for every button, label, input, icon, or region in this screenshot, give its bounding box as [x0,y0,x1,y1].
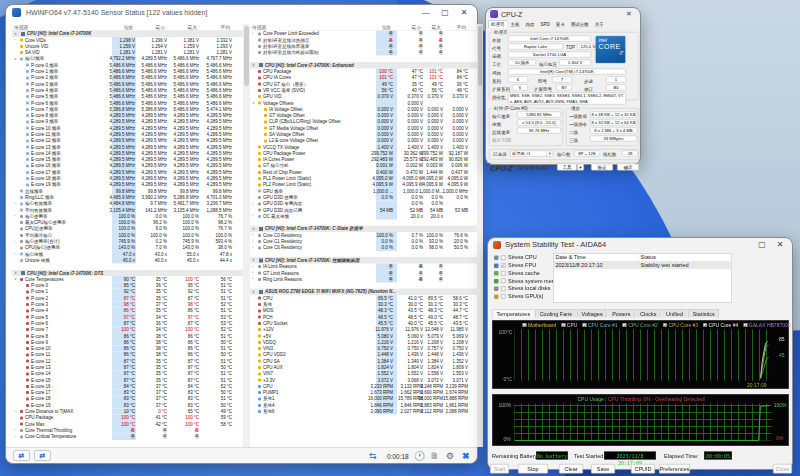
elapsed-label: Elapsed Time: [664,453,699,459]
elapsed-time: 0:00:18 [387,453,409,460]
sensor-row[interactable]: 封装/环形总线功耗超出限制否否否 [250,49,477,55]
aida-tab-2[interactable]: Voltages [577,309,607,318]
cpuz-app-icon [490,10,498,18]
sensor-row[interactable]: Uncore 倍频45.0 x40.0 x45.0 x44.4 x [12,257,243,263]
hwinfo-statusbar: ⇄ ⇄ ⇆ 0:00:18 🕐 🗎 ⚙ ✖ [6,447,477,463]
minimize-icon[interactable]: — [419,8,433,17]
cpuid-button[interactable]: CPUID [631,464,655,474]
legend-item[interactable]: ✓GALAX HB787000 [743,322,790,328]
started-label: Test Started: [574,453,605,459]
close-icon[interactable]: ✕ [622,10,636,18]
cpuz-title: CPU-Z [501,11,522,18]
tools-button[interactable]: 工具 [557,164,577,171]
scrollbar-left-panel[interactable] [243,24,250,447]
validate-button[interactable]: 验证 [591,164,613,171]
aida-tab-0[interactable]: Temperatures [492,309,535,318]
tab-3[interactable]: SPD [538,20,553,28]
aida-tabs: TemperaturesCooling FansVoltagesPowersCl… [492,309,720,318]
sensor-panel-right[interactable]: 传感器当前最小最大平均›Core Power Limit Exceeded否否否… [250,24,477,447]
tab-0[interactable]: 处理器 [488,20,508,28]
preferences-button[interactable]: Preferences [659,464,690,474]
stop-button[interactable]: Stop [518,464,548,474]
cpuz-titlebar[interactable]: CPU-Z ✕ [486,8,640,20]
network-icon[interactable]: ⇆ [369,451,377,461]
instruction-set: MMX, SSE, SSE2, SSE3, SSSE3, SSE4.1, SSE… [508,93,626,105]
swap-columns-button[interactable]: ⇄ [13,450,30,461]
col-status: Status [639,254,732,262]
report-icon[interactable]: 🗎 [430,451,439,461]
elapsed-value: 00:00:05 [704,452,732,460]
started-value: 2023/11/8 20:17:09 [604,452,656,460]
save-button[interactable]: Save [591,464,615,474]
status-row: 2023/11/8 20:17:10Stability test started [554,262,732,270]
scrollbar-right-panel[interactable] [477,24,483,447]
sensor-row[interactable]: 系统62,090 RPM2,027 RPM2,112 RPM2,088 RPM [250,408,477,414]
close-icon[interactable]: ✕ [773,240,787,249]
hwinfo-titlebar[interactable]: HWiNFO64 v7.47-5140 Sensor Status [122 v… [6,5,477,20]
sensor-row[interactable]: ›Core C6 Residency0.0 %0.0 %98.0 %50.5 % [250,245,477,251]
aida-tab-1[interactable]: Cooling Fans [535,309,576,318]
cpuz-window: CPU-Z ✕ 处理器主板内存SPD显卡测试分数关于处理器名称Intel Cor… [485,7,641,165]
aida-titlebar[interactable]: System Stability Test - AIDA64 ▢ ✕ [488,238,792,251]
legend-item[interactable]: ✓CPU Core #1 [582,322,617,328]
aida-title: System Stability Test - AIDA64 [505,240,606,249]
close-icon[interactable]: ✕ [457,8,471,17]
start-button[interactable]: Start [490,464,509,474]
legend-item[interactable]: ✓Motherboard [523,322,557,328]
cpuz-version: Ver. 2.08.0.x64 [517,166,547,171]
battery-label: Remaining Battery: [492,453,539,459]
legend-item[interactable]: ✓CPU [561,322,577,328]
legend-item[interactable]: ✓CPU Core #3 [663,322,698,328]
tab-6[interactable]: 关于 [592,20,607,28]
cpuz-logo: CPU-Z [490,164,513,173]
status-list[interactable]: Date & TimeStatus 2023/11/8 20:17:10Stab… [553,253,732,303]
sensor-row[interactable]: ›Ring Limit Reasons否是否 [250,276,477,282]
tab-5[interactable]: 测试分数 [568,20,592,28]
processor-select[interactable]: 处理器 #1▾ [510,151,553,157]
cpuz-content: 处理器主板内存SPD显卡测试分数关于处理器名称Intel Core i7 147… [486,20,642,166]
legend-item[interactable]: ✓CPU Core #2 [623,322,658,328]
tools-dropdown[interactable]: ▾ [577,164,584,171]
legend-item[interactable]: ✓CPU Core #4 [703,322,738,328]
tab-1[interactable]: 主板 [508,20,523,28]
hwinfo-window: HWiNFO64 v7.47-5140 Sensor Status [122 v… [5,4,478,464]
aida-content: Stress CPU✓Stress FPUStress cacheStress … [488,251,794,471]
usage-header: CPU Usage | CPU Throttling: 0% - Overhea… [578,396,706,402]
clock-icon[interactable]: 🕐 [414,451,425,461]
aida-tab-4[interactable]: Clocks [635,309,661,318]
temperature-graph: ✓Motherboard ✓CPU ✓CPU Core #1 ✓CPU Core #2… [492,320,789,389]
battery-value: No battery [536,452,568,460]
clear-button[interactable]: Clear [559,464,583,474]
sensor-panel-left[interactable]: 传感器当前最小最大平均∨CPU [#0]: Intel Core i7-1470… [12,24,243,447]
hwinfo-title: HWiNFO64 v7.47-5140 Sensor Status [122 v… [26,9,207,16]
col-date-time: Date & Time [554,254,639,262]
tab-2[interactable]: 内存 [523,20,538,28]
aida-tab-5[interactable]: Unified [662,309,688,318]
swap-panels-button[interactable]: ⇄ [34,450,51,461]
maximize-icon[interactable]: ▢ [438,8,452,17]
aida-tab-3[interactable]: Powers [608,309,635,318]
aida-app-icon [493,241,501,249]
tab-4[interactable]: 显卡 [553,20,568,28]
sensor-row[interactable]: ›OC 最大倍频20.0 x20.0 x [250,213,477,219]
exit-icon[interactable]: ✖ [462,451,470,461]
cpu-usage-graph: CPU Usage | CPU Throttling: 0% - Overhea… [492,394,789,446]
close-button[interactable]: Close [773,464,792,474]
sensor-row[interactable]: ›Core Critical Temperature否否否 [12,434,243,440]
hwinfo-app-icon [12,8,21,17]
aida-window: System Stability Test - AIDA64 ▢ ✕ Stres… [487,237,793,470]
aida-tab-6[interactable]: Statistics [688,309,719,318]
cpuz-tabs: 处理器主板内存SPD显卡测试分数关于 [488,20,607,28]
settings-gear-icon[interactable]: ⚙ [446,451,454,461]
intel-core-badge: intel CORE i7 [595,36,626,64]
maximize-icon[interactable]: ▢ [755,240,769,249]
ok-button[interactable]: 确定 [617,164,639,171]
